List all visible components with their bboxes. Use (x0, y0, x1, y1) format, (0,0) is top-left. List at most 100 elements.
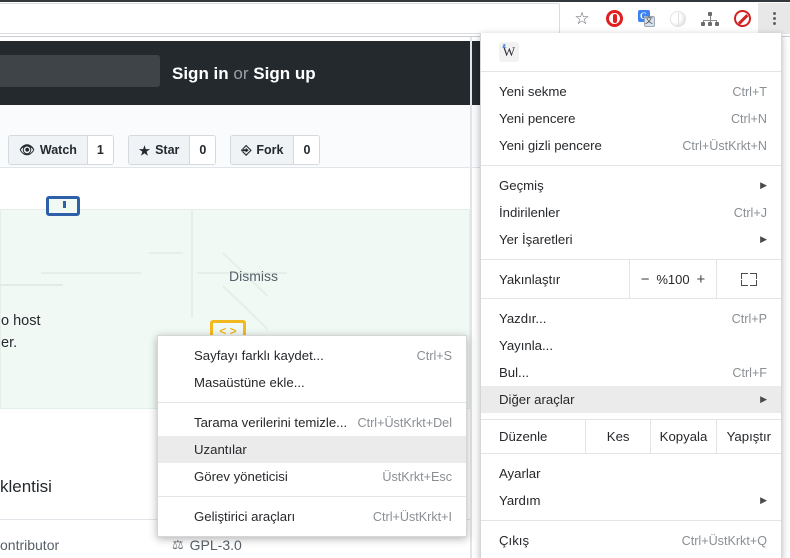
menu-item-label: Uzantılar (194, 442, 247, 457)
fork-count: 0 (293, 136, 320, 164)
copy-button[interactable]: Kopyala (650, 420, 715, 453)
watch-count: 1 (86, 136, 113, 164)
omnibox[interactable] (0, 3, 560, 34)
screenshot-root: Sign in or Sign up 👁 Watch 1 ★ Star 0 ⎆ … (0, 0, 790, 558)
fork-button[interactable]: ⎆ Fork (231, 136, 294, 164)
opera-extension-icon[interactable] (598, 3, 630, 34)
hero-window-node (46, 196, 80, 216)
contributor-stat[interactable]: ontributor (0, 537, 59, 553)
menu-item-find[interactable]: Bul... Ctrl+F (481, 359, 781, 386)
eye-icon: 👁 (19, 142, 35, 157)
zoom-in-button[interactable]: + (690, 271, 712, 288)
menu-item-label: Görev yöneticisi (194, 469, 288, 484)
menu-item-downloads[interactable]: İndirilenler Ctrl+J (481, 199, 781, 226)
menu-item-accel: Ctrl+T (732, 84, 767, 99)
menu-item-new-tab[interactable]: Yeni sekme Ctrl+T (481, 78, 781, 105)
menu-item-print[interactable]: Yazdır... Ctrl+P (481, 305, 781, 332)
watch-button-group[interactable]: 👁 Watch 1 (8, 135, 114, 165)
chevron-right-icon: ▶ (760, 495, 767, 505)
github-repo-actions-bar: 👁 Watch 1 ★ Star 0 ⎆ Fork 0 (0, 105, 480, 168)
menu-item-label: Yeni sekme (499, 84, 567, 99)
menu-item-label: Yeni pencere (499, 111, 576, 126)
google-translate-extension-icon[interactable]: G (630, 3, 662, 34)
fullscreen-icon (741, 272, 757, 286)
edit-label: Düzenle (499, 429, 548, 444)
menu-item-label: Geliştirici araçları (194, 509, 296, 524)
menu-item-new-incognito-window[interactable]: Yeni gizli pencere Ctrl+ÜstKrkt+N (481, 132, 781, 159)
license-stat[interactable]: ⚖ GPL-3.0 (172, 537, 242, 553)
menu-item-label: Ayarlar (499, 466, 541, 481)
zoom-label: Yakınlaştır (499, 271, 561, 287)
menu-item-settings[interactable]: Ayarlar (481, 460, 781, 487)
submenu-item-clear-browsing-data[interactable]: Tarama verilerini temizle... Ctrl+ÜstKrk… (158, 409, 466, 436)
menu-item-label: Çıkış (499, 533, 530, 548)
github-auth-links: Sign in or Sign up (172, 64, 316, 84)
hero-text: o host er. (1, 313, 41, 351)
hero-decoration-curve (0, 238, 63, 286)
cut-button[interactable]: Kes (585, 420, 650, 453)
star-button[interactable]: ★ Star (128, 136, 190, 164)
zoom-out-button[interactable]: − (634, 271, 656, 288)
watch-button[interactable]: 👁 Watch (9, 136, 87, 164)
wikipedia-extension-icon[interactable]: W (499, 42, 519, 62)
menu-item-more-tools[interactable]: Diğer araçlar ▶ (481, 386, 781, 413)
fork-button-group[interactable]: ⎆ Fork 0 (230, 135, 321, 165)
menu-item-accel: Ctrl+ÜstKrkt+I (372, 509, 452, 524)
more-tools-submenu: Sayfayı farklı kaydet... Ctrl+S Masaüstü… (157, 335, 467, 537)
paste-button[interactable]: Yapıştır (715, 420, 781, 453)
menu-item-accel: Ctrl+ÜstKrkt+Q (681, 533, 767, 548)
menu-item-cast[interactable]: Yayınla... (481, 332, 781, 359)
chevron-right-icon: ▶ (760, 394, 767, 404)
menu-zoom-row: Yakınlaştır − %100 + (481, 260, 781, 298)
zoom-value: %100 (656, 271, 690, 287)
page-right-edge (470, 37, 472, 558)
menu-item-exit[interactable]: Çıkış Ctrl+ÜstKrkt+Q (481, 527, 781, 554)
sign-in-link[interactable]: Sign in (172, 64, 229, 83)
menu-item-accel: Ctrl+S (416, 348, 452, 363)
toolbar-icon-group: ☆ G (566, 3, 790, 34)
menu-item-label: Yer İşaretleri (499, 232, 573, 247)
star-icon: ★ (138, 143, 151, 158)
menu-item-label: Yeni gizli pencere (499, 138, 602, 153)
menu-item-label: Sayfayı farklı kaydet... (194, 348, 324, 363)
menu-item-accel: Ctrl+N (730, 111, 767, 126)
menu-item-help[interactable]: Yardım ▶ (481, 487, 781, 514)
submenu-item-save-page-as[interactable]: Sayfayı farklı kaydet... Ctrl+S (158, 342, 466, 369)
menu-item-history[interactable]: Geçmiş ▶ (481, 172, 781, 199)
submenu-item-add-to-desktop[interactable]: Masaüstüne ekle... (158, 369, 466, 396)
circle-extension-icon[interactable] (662, 3, 694, 34)
menu-item-label: Geçmiş (499, 178, 544, 193)
menu-item-label: Tarama verilerini temizle... (194, 415, 348, 430)
menu-item-bookmarks[interactable]: Yer İşaretleri ▶ (481, 226, 781, 253)
hero-decoration-line (149, 252, 183, 254)
fullscreen-button[interactable] (717, 260, 781, 298)
menu-item-label: Diğer araçlar (499, 392, 575, 407)
sign-up-link[interactable]: Sign up (253, 64, 315, 83)
github-header: Sign in or Sign up (0, 41, 480, 105)
repo-action-buttons: 👁 Watch 1 ★ Star 0 ⎆ Fork 0 (8, 135, 321, 165)
menu-item-accel: Ctrl+J (733, 205, 767, 220)
submenu-item-developer-tools[interactable]: Geliştirici araçları Ctrl+ÜstKrkt+I (158, 503, 466, 530)
chrome-menu-icon[interactable] (758, 3, 790, 34)
chevron-right-icon: ▶ (760, 234, 767, 244)
sitemap-extension-icon[interactable] (694, 3, 726, 34)
menu-item-label: Masaüstüne ekle... (194, 375, 305, 390)
browser-toolbar: ☆ G (0, 0, 790, 37)
menu-item-label: Yazdır... (499, 311, 547, 326)
menu-item-accel: Ctrl+ÜstKrkt+Del (357, 415, 452, 430)
github-search-input[interactable] (0, 55, 160, 87)
menu-item-accel: ÜstKrkt+Esc (382, 469, 452, 484)
submenu-item-extensions[interactable]: Uzantılar (158, 436, 466, 463)
menu-item-label: İndirilenler (499, 205, 560, 220)
star-button-group[interactable]: ★ Star 0 (127, 135, 217, 165)
chevron-right-icon: ▶ (760, 180, 767, 190)
hero-dismiss-link[interactable]: Dismiss (229, 268, 278, 284)
menu-item-new-window[interactable]: Yeni pencere Ctrl+N (481, 105, 781, 132)
fork-icon: ⎆ (241, 142, 252, 157)
tabstrip-edge (0, 0, 790, 2)
menu-item-accel: Ctrl+P (731, 311, 767, 326)
auth-or-text: or (233, 64, 249, 83)
bookmark-star-icon[interactable]: ☆ (566, 3, 598, 34)
submenu-item-task-manager[interactable]: Görev yöneticisi ÜstKrkt+Esc (158, 463, 466, 490)
adblock-extension-icon[interactable] (726, 3, 758, 34)
